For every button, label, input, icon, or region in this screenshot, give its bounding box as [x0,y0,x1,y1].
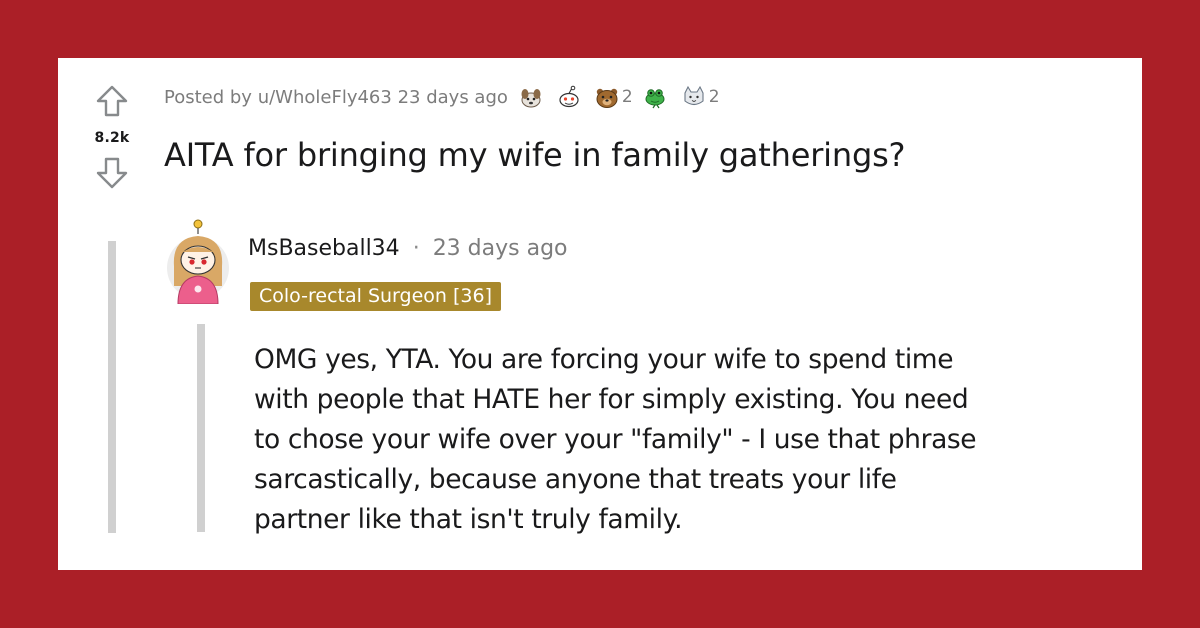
post-title[interactable]: AITA for bringing my wife in family gath… [164,136,906,174]
comment-age: 23 days ago [432,236,568,261]
dog-award-icon [521,89,541,108]
award-1[interactable] [518,85,546,109]
thread-collapse-line[interactable] [108,241,116,533]
upvote-icon[interactable] [95,84,129,118]
post-author-link[interactable]: u/WholeFly463 [258,87,392,108]
cat-award-icon [684,85,704,106]
award-5[interactable]: 2 [681,85,720,109]
posted-by-label: Posted by [164,86,252,108]
comment-author-link[interactable]: MsBaseball34 [248,236,400,261]
meta-separator: · [412,236,420,261]
comment-line: with people that HATE her for simply exi… [254,384,969,415]
comment-line: OMG yes, YTA. You are forcing your wife … [254,344,954,375]
commenter-avatar[interactable] [166,218,230,304]
user-flair: Colo-rectal Surgeon [36] [250,282,501,311]
award-3[interactable]: 2 [594,85,633,109]
comment-collapse-line[interactable] [197,324,205,532]
award-2[interactable] [556,85,584,109]
comment-line: sarcastically, because anyone that treat… [254,464,897,495]
comment-header: MsBaseball34 · 23 days ago [248,236,568,261]
snoo-award-icon [559,85,579,108]
vote-score: 8.2k [94,130,130,146]
post-card: 8.2k Posted by u/WholeFly463 23 days ago [58,58,1142,570]
bear-award-icon [596,88,618,108]
post-age: 23 days ago [397,86,508,108]
vote-column: 8.2k [84,84,140,190]
comment-line: partner like that isn't truly family. [254,504,683,535]
frog-award-icon [645,89,665,109]
downvote-icon[interactable] [95,156,129,190]
award-4[interactable] [643,85,671,109]
comment-line: to chose your wife over your "family" - … [254,424,977,455]
post-meta: Posted by u/WholeFly463 23 days ago 2 2 [164,85,720,109]
comment-body: OMG yes, YTA. You are forcing your wife … [254,340,1124,540]
